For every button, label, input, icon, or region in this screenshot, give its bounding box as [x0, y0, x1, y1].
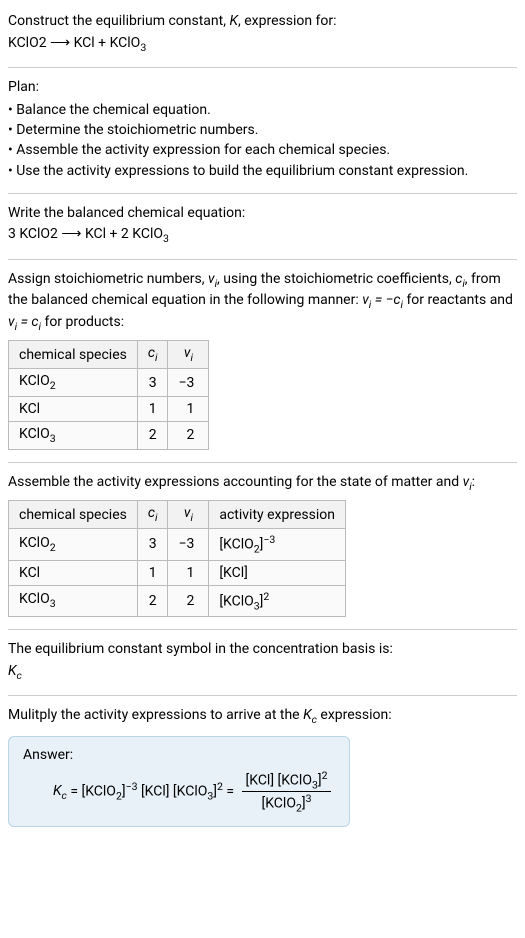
th-vi: νi — [168, 501, 209, 529]
table-row: KClO2 3 −3 — [9, 369, 209, 397]
plan-list: Balance the chemical equation. Determine… — [8, 100, 517, 181]
balanced-reaction-text: 3 KClO2 ⟶ KCl + 2 KClO — [8, 226, 163, 242]
multiply-line: Mulitply the activity expressions to arr… — [8, 706, 517, 727]
sub3: 3 — [163, 232, 169, 245]
td-sp: KClO2 — [9, 369, 138, 397]
kc: Kc — [303, 707, 317, 723]
td-c: 3 — [137, 369, 168, 397]
td-v: −3 — [168, 529, 209, 560]
assign-section: Assign stoichiometric numbers, νi, using… — [8, 270, 517, 450]
multiply-section: Mulitply the activity expressions to arr… — [8, 706, 517, 827]
assign-text: Assign stoichiometric numbers, νi, using… — [8, 270, 517, 334]
table-row: KClO2 3 −3 [KClO2]−3 — [9, 529, 346, 560]
symbol-line: The equilibrium constant symbol in the c… — [8, 640, 517, 660]
th-ae: activity expression — [209, 501, 346, 529]
plan-title: Plan: — [8, 78, 517, 98]
fraction-num: [KCl] [KClO3]2 — [242, 769, 332, 792]
td-v: 2 — [168, 421, 209, 449]
t: Assemble the activity expressions accoun… — [8, 474, 463, 490]
stoich-table: chemical species ci νi KClO2 3 −3 KCl 1 … — [8, 340, 209, 449]
t: Assign stoichiometric numbers, — [8, 271, 208, 287]
td-ae: [KClO2]−3 — [209, 529, 346, 560]
fraction: [KCl] [KClO3]2 [KClO2]3 — [242, 769, 332, 815]
K-symbol: K — [229, 13, 238, 29]
plan-item: Balance the chemical equation. — [8, 100, 517, 120]
t: expression: — [317, 707, 392, 723]
table-row: KCl 1 1 — [9, 396, 209, 421]
th-ci: ci — [137, 501, 168, 529]
td-c: 2 — [137, 421, 168, 449]
td-sp: KCl — [9, 560, 138, 585]
td-c: 2 — [137, 585, 168, 616]
t: c — [148, 345, 155, 361]
nu-i: νi — [208, 271, 217, 287]
th-species: chemical species — [9, 341, 138, 369]
intro-line: Construct the equilibrium constant, K, e… — [8, 12, 517, 32]
intro-text-post: , expression for: — [238, 13, 337, 29]
divider — [8, 259, 517, 260]
balanced-section: Write the balanced chemical equation: 3 … — [8, 204, 517, 247]
balanced-intro: Write the balanced chemical equation: — [8, 204, 517, 224]
activity-table: chemical species ci νi activity expressi… — [8, 500, 346, 617]
td-v: 2 — [168, 585, 209, 616]
td-c: 3 — [137, 529, 168, 560]
table-row: KClO3 2 2 [KClO3]2 — [9, 585, 346, 616]
plan-item: Determine the stoichiometric numbers. — [8, 120, 517, 140]
sub3: 3 — [140, 40, 146, 53]
table-header-row: chemical species ci νi — [9, 341, 209, 369]
t: , using the stoichiometric coefficients, — [217, 271, 455, 287]
td-v: −3 — [168, 369, 209, 397]
table-header-row: chemical species ci νi activity expressi… — [9, 501, 346, 529]
kc-expression: Kc = [KClO2]−3 [KCl] [KClO3]2 = [KCl] [K… — [53, 769, 335, 815]
eq1: νi = −ci — [362, 292, 403, 308]
td-sp: KCl — [9, 396, 138, 421]
table-row: KClO3 2 2 — [9, 421, 209, 449]
intro-reaction-text: KClO2 ⟶ KCl + KClO — [8, 35, 140, 51]
plan-item: Assemble the activity expression for eac… — [8, 140, 517, 160]
answer-label: Answer: — [23, 747, 335, 763]
c-i: ci — [455, 271, 465, 287]
divider — [8, 462, 517, 463]
th-ci: ci — [137, 341, 168, 369]
divider — [8, 629, 517, 630]
answer-box: Answer: Kc = [KClO2]−3 [KCl] [KClO3]2 = … — [8, 736, 350, 828]
plan-item: Use the activity expressions to build th… — [8, 161, 517, 181]
td-v: 1 — [168, 560, 209, 585]
td-sp: KClO2 — [9, 529, 138, 560]
td-c: 1 — [137, 560, 168, 585]
nu-i: νi — [463, 474, 472, 490]
divider — [8, 67, 517, 68]
t: for reactants and — [403, 292, 513, 308]
intro-text: Construct the equilibrium constant, — [8, 13, 229, 29]
plan-section: Plan: Balance the chemical equation. Det… — [8, 78, 517, 181]
td-v: 1 — [168, 396, 209, 421]
t: Mulitply the activity expressions to arr… — [8, 707, 303, 723]
td-ae: [KClO3]2 — [209, 585, 346, 616]
t: c — [148, 505, 155, 521]
balanced-reaction: 3 KClO2 ⟶ KCl + 2 KClO3 — [8, 225, 517, 246]
intro-section: Construct the equilibrium constant, K, e… — [8, 12, 517, 55]
divider — [8, 193, 517, 194]
table-row: KCl 1 1 [KCl] — [9, 560, 346, 585]
td-sp: KClO3 — [9, 421, 138, 449]
fraction-den: [KClO2]3 — [242, 792, 332, 814]
eq2: νi = ci — [8, 314, 41, 330]
assemble-section: Assemble the activity expressions accoun… — [8, 473, 517, 617]
assemble-text: Assemble the activity expressions accoun… — [8, 473, 517, 494]
kc-symbol: Kc — [8, 662, 517, 683]
td-ae: [KCl] — [209, 560, 346, 585]
divider — [8, 695, 517, 696]
symbol-section: The equilibrium constant symbol in the c… — [8, 640, 517, 683]
t: for products: — [41, 314, 124, 330]
intro-reaction: KClO2 ⟶ KCl + KClO3 — [8, 34, 517, 55]
td-c: 1 — [137, 396, 168, 421]
td-sp: KClO3 — [9, 585, 138, 616]
th-vi: νi — [168, 341, 209, 369]
th-species: chemical species — [9, 501, 138, 529]
